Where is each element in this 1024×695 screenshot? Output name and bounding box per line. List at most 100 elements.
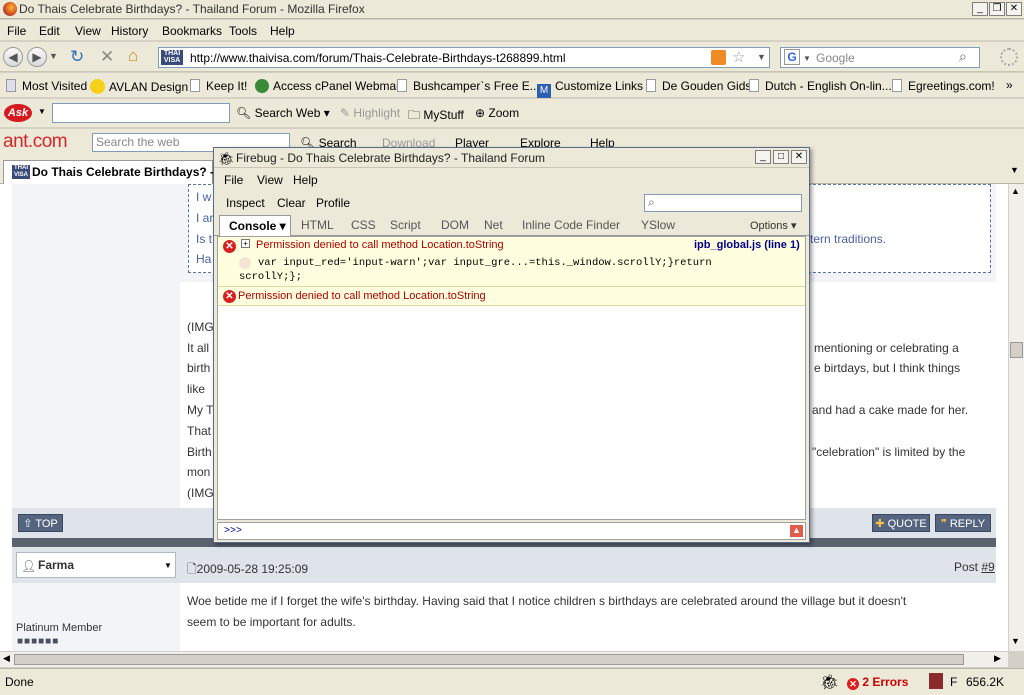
inspect-button[interactable]: Inspect (226, 196, 265, 210)
error-entry[interactable]: ✕ + Permission denied to call method Loc… (218, 237, 805, 287)
top-button[interactable]: ⇧ TOP (18, 514, 63, 532)
search-box[interactable]: G ▼ Google ⌕ (780, 47, 980, 68)
options-dropdown[interactable]: Options ▾ (750, 219, 797, 232)
scroll-right-icon[interactable]: ▶ (994, 653, 1001, 664)
bookmark-avlan[interactable]: AVLAN Design (90, 79, 188, 94)
expand-icon[interactable]: + (241, 239, 250, 248)
error-count-label: 2 Errors (862, 675, 909, 689)
hscroll-thumb[interactable] (14, 654, 964, 665)
firebug-maximize-button[interactable]: □ (773, 150, 789, 164)
tab-html[interactable]: HTML (301, 218, 334, 232)
zoom-button[interactable]: ⊕ Zoom (475, 106, 519, 120)
menu-edit[interactable]: Edit (39, 24, 60, 38)
post-number-link[interactable]: #9 (981, 560, 994, 574)
url-dropdown-icon[interactable]: ▼ (757, 52, 766, 62)
rss-icon[interactable] (711, 50, 726, 65)
ask-search-input[interactable] (52, 103, 230, 123)
menu-file[interactable]: File (7, 24, 26, 38)
ask-logo-icon[interactable]: Ask (4, 104, 32, 122)
home-icon[interactable]: ⌂ (128, 46, 138, 66)
expand-command-icon[interactable]: ▲ (790, 525, 803, 537)
tab-inline-code-finder[interactable]: Inline Code Finder (522, 218, 620, 232)
menu-history[interactable]: History (111, 24, 148, 38)
quote-button[interactable]: ✚ QUOTE (872, 514, 930, 532)
error-source-link[interactable]: ipb_global.js (line 1) (694, 239, 800, 251)
tab-net[interactable]: Net (484, 218, 503, 232)
engine-dropdown-icon[interactable]: ▼ (803, 54, 811, 63)
console-panel: ✕ + Permission denied to call method Loc… (217, 236, 806, 520)
clear-button[interactable]: Clear (277, 196, 306, 210)
google-icon[interactable]: G (784, 49, 800, 65)
firebug-icon[interactable]: 🐞︎ (820, 673, 839, 691)
search-icon: ⌕ (648, 195, 655, 209)
maximize-button[interactable]: ❐ (989, 2, 1005, 16)
bookmark-keep-it[interactable]: Keep It! (190, 79, 247, 93)
mystuff-label: MyStuff (423, 108, 464, 122)
breakpoint-icon[interactable] (239, 257, 251, 269)
tab-script[interactable]: Script (390, 218, 421, 232)
bookmark-most-visited[interactable]: Most Visited (6, 79, 87, 93)
firebug-minimize-button[interactable]: _ (755, 150, 771, 164)
author-dropdown[interactable]: 👤︎ Farma ▼ (16, 552, 176, 578)
bookmark-cpanel[interactable]: Access cPanel Webmail (255, 79, 402, 93)
ant-logo[interactable]: ant.com (3, 131, 68, 153)
menu-bookmarks[interactable]: Bookmarks (162, 24, 222, 38)
ask-dropdown-icon[interactable]: ▼ (38, 107, 46, 116)
bookmark-egreetings[interactable]: Egreetings.com! (892, 79, 995, 93)
stop-icon[interactable]: ✕ (100, 47, 114, 67)
ask-search-web-button[interactable]: 🔍︎ Search Web ▾ (236, 106, 330, 120)
tab-list-icon[interactable]: ▼ (1010, 165, 1019, 175)
post-date-text: 2009-05-28 19:25:09 (196, 562, 309, 576)
reload-icon[interactable]: ↻ (70, 47, 84, 67)
page-icon (6, 79, 16, 92)
search-icon[interactable]: ⌕ (959, 48, 967, 65)
firebug-menu-file[interactable]: File (224, 173, 243, 187)
back-icon[interactable]: ◀ (3, 47, 23, 67)
statusbar-addon-icon[interactable] (929, 673, 943, 689)
tab-console[interactable]: Console ▾ (219, 215, 291, 236)
forward-icon[interactable]: ▶ (27, 47, 47, 67)
history-dropdown-icon[interactable]: ▼ (49, 51, 58, 61)
minimize-button[interactable]: _ (972, 2, 988, 16)
tab-css[interactable]: CSS (351, 218, 376, 232)
options-label: Options (750, 220, 788, 232)
scroll-up-icon[interactable]: ▲ (1011, 186, 1020, 196)
tab-dom[interactable]: DOM (441, 218, 469, 232)
scroll-thumb[interactable] (1010, 342, 1023, 358)
command-line[interactable]: >>> ▲ (217, 522, 806, 540)
smiley-icon (90, 79, 105, 94)
tab-active[interactable]: THAI VISA Do Thais Celebrate Birthdays? … (3, 160, 214, 184)
post-line: My T (187, 403, 214, 417)
url-bar[interactable]: THAI VISA http://www.thaivisa.com/forum/… (158, 47, 770, 68)
menu-tools[interactable]: Tools (229, 24, 257, 38)
firebug-menu: File View Help (214, 169, 809, 191)
tab-yslow[interactable]: YSlow (641, 218, 675, 232)
scroll-left-icon[interactable]: ◀ (3, 653, 10, 664)
plus-icon: ✚ (875, 518, 885, 530)
firebug-close-button[interactable]: ✕ (791, 150, 807, 164)
url-text[interactable]: http://www.thaivisa.com/forum/Thais-Cele… (190, 51, 566, 65)
bookmark-dutch-english[interactable]: Dutch - English On-lin... (749, 79, 892, 93)
profile-button[interactable]: Profile (316, 196, 350, 210)
error-count[interactable]: ✕ 2 Errors (847, 675, 908, 690)
scroll-down-icon[interactable]: ▼ (1011, 636, 1020, 646)
reply-button[interactable]: ❞ REPLY (935, 514, 991, 532)
mystuff-button[interactable]: 🗀 MyStuff (408, 106, 464, 127)
highlight-button[interactable]: ✎ Highlight (340, 106, 400, 120)
close-button[interactable]: ✕ (1006, 2, 1022, 16)
post-line-right: e birtdays, but I think things (814, 361, 961, 375)
bookmark-customize[interactable]: M Customize Links (537, 79, 643, 98)
menu-view[interactable]: View (75, 24, 101, 38)
error-entry[interactable]: ✕ Permission denied to call method Locat… (218, 287, 805, 306)
bookmark-bushcamper[interactable]: Bushcamper`s Free E... (397, 79, 540, 93)
horizontal-scrollbar[interactable]: ◀ ▶ (0, 651, 1008, 667)
firebug-menu-help[interactable]: Help (293, 173, 318, 187)
bookmark-star-icon[interactable]: ☆ (732, 48, 745, 66)
bookmark-gouden-gids[interactable]: De Gouden Gids (646, 79, 751, 93)
vertical-scrollbar[interactable]: ▲ ▼ (1008, 184, 1024, 651)
menu-help[interactable]: Help (270, 24, 295, 38)
bookmarks-overflow-icon[interactable]: » (1006, 78, 1013, 92)
reply-icon: ❞ (940, 518, 947, 530)
firebug-search-input[interactable]: ⌕ (644, 194, 802, 212)
firebug-menu-view[interactable]: View (257, 173, 283, 187)
